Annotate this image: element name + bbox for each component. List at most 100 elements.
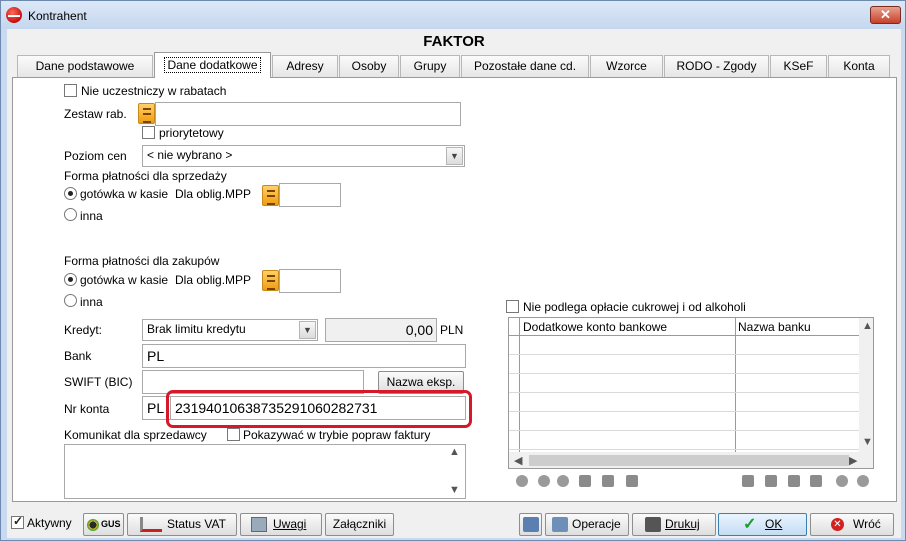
tab-ksef[interactable]: KSeF xyxy=(770,55,827,77)
no-discount-checkbox[interactable] xyxy=(64,84,77,97)
tab-label: Osoby xyxy=(351,59,387,73)
account-number-label: Nr konta xyxy=(64,402,110,416)
notes-button[interactable]: Uwagi xyxy=(240,513,322,536)
copy-icon[interactable] xyxy=(626,475,638,487)
discount-set-picker-icon[interactable] xyxy=(138,103,155,124)
currency-label: PLN xyxy=(440,323,464,337)
close-button[interactable]: ✕ xyxy=(870,6,901,24)
tab-dane-podstawowe[interactable]: Dane podstawowe xyxy=(17,55,153,77)
tab-dane-dodatkowe[interactable]: Dane dodatkowe xyxy=(154,52,271,78)
scroll-up-icon[interactable]: ▲ xyxy=(449,446,460,458)
sugar-alcohol-checkbox[interactable] xyxy=(506,300,519,313)
kontrahent-window: Kontrahent ✕ FAKTOR Dane podstawowe Dane… xyxy=(0,0,906,541)
seller-message-label: Komunikat dla sprzedawcy xyxy=(64,428,207,442)
print-button[interactable]: Drukuj xyxy=(632,513,716,536)
print-icon[interactable] xyxy=(810,475,822,487)
credit-select[interactable]: Brak limitu kredytu ▼ xyxy=(142,319,318,341)
row-indicator-column xyxy=(519,318,520,452)
notes-label: Uwagi xyxy=(273,517,307,531)
grid-line xyxy=(509,373,859,374)
purchase-mpp-input[interactable] xyxy=(279,269,341,293)
bank-input[interactable]: PL xyxy=(142,344,466,368)
document-icon[interactable] xyxy=(788,475,800,487)
purchase-other-label: inna xyxy=(80,295,103,309)
active-label: Aktywny xyxy=(27,516,72,530)
save-icon[interactable] xyxy=(742,475,754,487)
scroll-down-icon[interactable]: ▼ xyxy=(862,436,873,448)
grid-icon[interactable] xyxy=(579,475,591,487)
purchase-mpp-label: Dla oblig.MPP xyxy=(175,273,252,287)
tab-pozostale-dane[interactable]: Pozostałe dane cd. xyxy=(461,55,589,77)
column-divider xyxy=(735,318,736,452)
seller-message-textarea[interactable] xyxy=(64,444,466,499)
tree-button[interactable] xyxy=(519,513,542,536)
operations-button[interactable]: Operacje xyxy=(545,513,629,536)
ok-button[interactable]: ✓ OK xyxy=(718,513,807,536)
next-icon[interactable] xyxy=(857,475,869,487)
show-in-correction-checkbox[interactable] xyxy=(227,428,240,441)
bank-label: Bank xyxy=(64,349,92,363)
remove-icon[interactable] xyxy=(557,475,569,487)
active-checkbox[interactable] xyxy=(11,514,24,529)
horizontal-scroll-thumb[interactable] xyxy=(529,455,849,466)
zoom-icon[interactable] xyxy=(538,475,550,487)
purchase-payment-label: Forma płatności dla zakupów xyxy=(64,254,220,268)
scroll-up-icon[interactable]: ▲ xyxy=(862,320,873,332)
discount-set-input[interactable] xyxy=(155,102,461,126)
back-button[interactable]: ✕ Wróć xyxy=(810,513,894,536)
purchase-other-radio[interactable] xyxy=(64,294,77,307)
tab-label: KSeF xyxy=(783,59,814,73)
attachments-button[interactable]: Załączniki xyxy=(325,513,394,536)
header-divider xyxy=(509,335,859,336)
grid-line xyxy=(509,449,859,450)
grid-line xyxy=(509,411,859,412)
dialog-body: FAKTOR Dane podstawowe Dane dodatkowe Ad… xyxy=(7,29,901,538)
gus-button[interactable]: GUS xyxy=(83,513,124,536)
print-label: Drukuj xyxy=(665,517,700,531)
priority-label: priorytetowy xyxy=(159,126,224,140)
sales-mpp-picker-icon[interactable] xyxy=(262,185,279,206)
bank-accounts-table[interactable]: Dodatkowe konto bankowe Nazwa banku ▲ ▼ … xyxy=(508,317,874,469)
tree-icon[interactable] xyxy=(602,475,614,487)
tab-konta[interactable]: Konta xyxy=(828,55,890,77)
credit-label: Kredyt: xyxy=(64,323,103,337)
grid-line xyxy=(509,354,859,355)
title-bar: Kontrahent ✕ xyxy=(1,1,905,29)
tab-rodo-zgody[interactable]: RODO - Zgody xyxy=(664,55,769,77)
price-level-select[interactable]: < nie wybrano > ▼ xyxy=(142,145,465,167)
sugar-alcohol-label: Nie podlega opłacie cukrowej i od alkoho… xyxy=(523,300,746,314)
tab-adresy[interactable]: Adresy xyxy=(272,55,338,77)
scroll-left-icon[interactable]: ◀ xyxy=(514,454,522,467)
add-icon[interactable] xyxy=(516,475,528,487)
app-logo-icon xyxy=(6,7,22,23)
paste-icon[interactable] xyxy=(765,475,777,487)
tab-wzorce[interactable]: Wzorce xyxy=(590,55,663,77)
sales-mpp-input[interactable] xyxy=(279,183,341,207)
chevron-down-icon[interactable]: ▼ xyxy=(299,321,316,339)
sales-other-radio[interactable] xyxy=(64,208,77,221)
priority-checkbox[interactable] xyxy=(142,126,155,139)
purchase-cash-radio[interactable] xyxy=(64,273,77,286)
chevron-down-icon[interactable]: ▼ xyxy=(446,147,463,165)
swift-label: SWIFT (BIC) xyxy=(64,375,133,389)
cancel-icon: ✕ xyxy=(831,518,844,531)
sales-cash-radio[interactable] xyxy=(64,187,77,200)
tab-grupy[interactable]: Grupy xyxy=(400,55,460,77)
gus-logo-icon xyxy=(87,519,99,531)
column-header-account[interactable]: Dodatkowe konto bankowe xyxy=(523,320,667,334)
scroll-down-icon[interactable]: ▼ xyxy=(449,484,460,496)
no-discount-label: Nie uczestniczy w rabatach xyxy=(81,84,227,98)
previous-icon[interactable] xyxy=(836,475,848,487)
price-level-label: Poziom cen xyxy=(64,149,127,163)
column-header-bank-name[interactable]: Nazwa banku xyxy=(738,320,811,334)
purchase-cash-label: gotówka w kasie xyxy=(80,273,169,287)
operations-label: Operacje xyxy=(572,517,621,531)
sales-payment-label: Forma płatności dla sprzedaży xyxy=(64,169,227,183)
vertical-scrollbar[interactable] xyxy=(859,318,873,452)
sales-mpp-label: Dla oblig.MPP xyxy=(175,187,252,201)
purchase-mpp-picker-icon[interactable] xyxy=(262,270,279,291)
scroll-right-icon[interactable]: ▶ xyxy=(849,454,857,467)
tab-osoby[interactable]: Osoby xyxy=(339,55,399,77)
vat-status-button[interactable]: Status VAT xyxy=(127,513,237,536)
tab-panel-dane-dodatkowe: Nie uczestniczy w rabatach Zestaw rab. p… xyxy=(12,77,897,502)
